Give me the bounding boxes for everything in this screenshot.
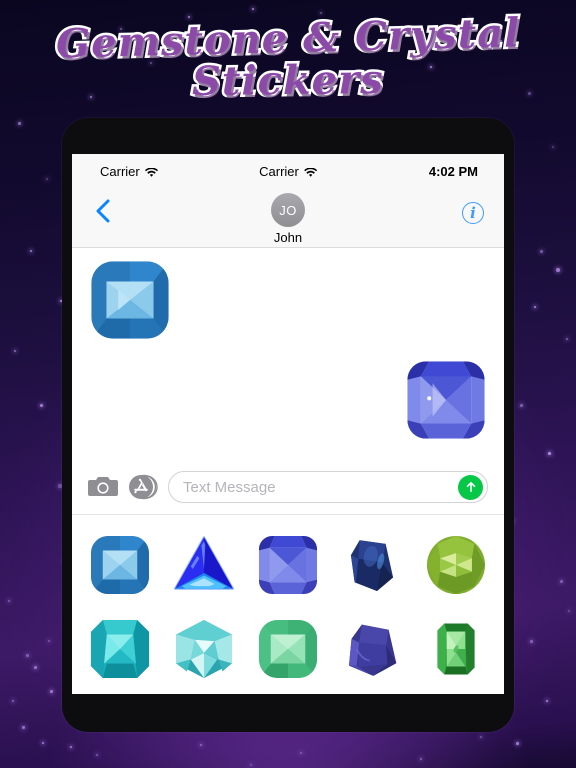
sticker-aqua-hexagon-gem[interactable] [169,614,239,684]
banner-title-line-2: Stickers [192,60,384,102]
message-placeholder: Text Message [183,479,458,496]
info-icon[interactable]: i [462,202,484,224]
navigation-bar: JO John i [72,188,504,248]
wifi-icon [145,166,158,176]
app-store-icon[interactable] [128,473,158,501]
sticker-row-2 [78,607,498,691]
contact-header[interactable]: JO John [271,193,305,245]
sticker-blue-cushion-gem[interactable] [85,530,155,600]
sticker-blue-triangle-gem[interactable] [169,530,239,600]
message-row-received [88,258,488,342]
device-frame: Carrier Carrier 4:02 PM JO John i Text M… [62,118,514,732]
status-carrier-left: Carrier [100,164,158,179]
status-carrier-center: Carrier [259,164,317,179]
contact-name: John [274,230,302,245]
carrier-label-left: Carrier [100,164,140,179]
status-bar: Carrier Carrier 4:02 PM [72,154,504,188]
sticker-row-1 [78,523,498,607]
sticker-mint-cushion-gem[interactable] [253,614,323,684]
chevron-left-icon[interactable] [92,198,114,224]
wifi-icon-center [304,166,317,176]
sticker-purple-rough-stone[interactable] [337,614,407,684]
sticker-teal-octagon-gem[interactable] [85,614,155,684]
periwinkle-square-gem-sticker[interactable] [404,358,488,442]
status-time: 4:02 PM [429,164,478,179]
sticker-periwinkle-square-gem[interactable] [253,530,323,600]
send-button[interactable] [458,475,483,500]
camera-icon[interactable] [88,475,118,499]
device-screen: Carrier Carrier 4:02 PM JO John i Text M… [72,154,504,694]
banner-title: Gemstone & Crystal Stickers [0,0,576,120]
avatar[interactable]: JO [271,193,305,227]
conversation-area [72,248,504,460]
message-row-sent [88,358,488,442]
carrier-label-center: Carrier [259,164,299,179]
message-input-bar: Text Message [72,460,504,514]
sticker-green-emerald-cut-gem[interactable] [421,614,491,684]
message-input-field[interactable]: Text Message [168,471,488,503]
sticker-drawer [72,514,504,694]
blue-cushion-gem-sticker[interactable] [88,258,172,342]
sticker-green-round-gem[interactable] [421,530,491,600]
sticker-navy-rough-stone[interactable] [337,530,407,600]
